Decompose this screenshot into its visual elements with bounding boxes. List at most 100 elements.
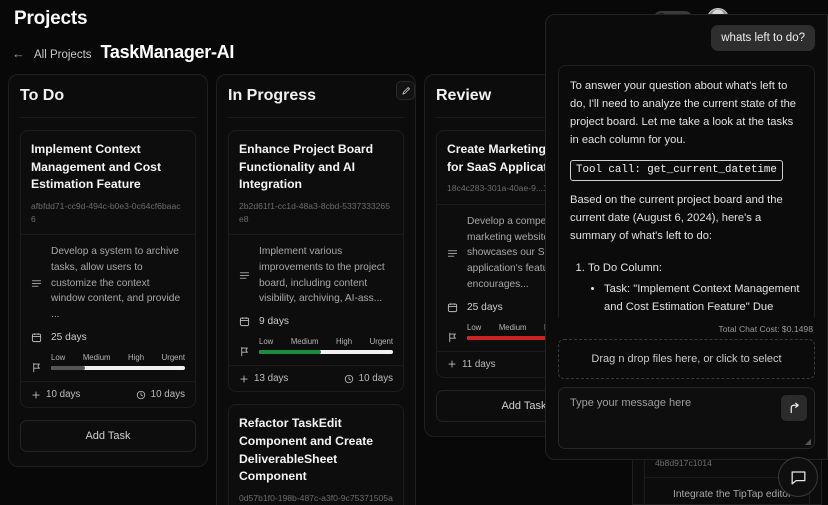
priority-labels: Low Medium High Urgent	[259, 337, 393, 346]
task-title: Enhance Project Board Functionality and …	[239, 141, 393, 194]
plus-icon	[239, 374, 249, 384]
task-card-header: Refactor TaskEdit Component and Create D…	[229, 405, 403, 505]
message-input-placeholder[interactable]: Type your message here	[570, 397, 803, 409]
calendar-icon	[31, 332, 42, 343]
priority-track[interactable]	[259, 350, 393, 354]
column-title-todo: To Do	[20, 87, 196, 105]
breadcrumb-all-projects-link[interactable]: All Projects	[34, 49, 92, 63]
priority-label-high: High	[336, 337, 352, 346]
chat-bubble-icon	[789, 468, 808, 487]
assistant-paragraph-1: To answer your question about what's lef…	[570, 77, 803, 150]
description-lines-icon	[239, 270, 250, 281]
back-arrow-icon[interactable]: ←	[12, 47, 25, 63]
board-title: TaskManager-AI	[101, 42, 235, 63]
priority-label-medium: Medium	[499, 323, 527, 332]
task-card[interactable]: Refactor TaskEdit Component and Create D…	[228, 404, 404, 505]
due-days-label: 25 days	[51, 332, 87, 343]
chat-messages-scroll[interactable]: whats left to do? To answer your questio…	[558, 25, 815, 318]
due-date-row: 25 days	[31, 332, 185, 343]
task-uuid: 0d57b1f0-198b-487c-a3f0-9c75371505a3	[239, 492, 393, 505]
task-description: Develop a system to archive tasks, allow…	[51, 244, 185, 323]
task-card-body: Implement various improvements to the pr…	[229, 235, 403, 365]
calendar-icon	[447, 302, 458, 313]
priority-label-low: Low	[259, 337, 273, 346]
created-days-label: 13 days	[254, 373, 288, 384]
flag-icon	[447, 332, 458, 343]
due-date-row: 9 days	[239, 316, 393, 327]
divider	[228, 117, 404, 118]
description-lines-icon	[447, 248, 458, 259]
resize-grip-icon[interactable]: ◢	[805, 437, 811, 446]
clock-icon	[344, 374, 354, 384]
updated-days-label: 10 days	[151, 389, 185, 400]
message-composer[interactable]: Type your message here ◢	[558, 387, 815, 449]
total-chat-cost-label: Total Chat Cost: $0.1498	[558, 318, 815, 339]
edit-column-button[interactable]	[396, 81, 415, 100]
due-days-label: 25 days	[467, 302, 503, 313]
due-days-label: 9 days	[259, 316, 289, 327]
list-item-label: To Do Column:	[588, 262, 662, 274]
project-board: To Do Implement Context Management and C…	[8, 74, 624, 505]
task-description-row: Develop a system to archive tasks, allow…	[31, 244, 185, 323]
chat-panel: whats left to do? To answer your questio…	[545, 14, 828, 460]
assistant-paragraph-2: Based on the current project board and t…	[570, 191, 803, 245]
pencil-icon	[401, 86, 411, 96]
priority-fill	[259, 350, 321, 354]
priority-label-urgent: Urgent	[162, 353, 185, 362]
priority-label-urgent: Urgent	[370, 337, 393, 346]
add-task-button-todo[interactable]: Add Task	[20, 420, 196, 452]
task-card-footer: 13 days 10 days	[229, 365, 403, 391]
breadcrumb: ← All Projects TaskManager-AI	[12, 42, 234, 63]
updated-days: 10 days	[136, 389, 185, 400]
priority-slider[interactable]: Low Medium High Urgent	[51, 353, 185, 370]
tool-call-badge: Tool call: get_current_datetime	[570, 160, 783, 181]
task-card-header: Implement Context Management and Cost Es…	[21, 131, 195, 234]
task-uuid: 2b2d61f1-cc1d-48a3-8cbd-5337333265e8	[239, 200, 393, 225]
priority-row: Low Medium High Urgent	[31, 353, 185, 373]
task-card-footer: 10 days 10 days	[21, 381, 195, 407]
priority-slider[interactable]: Low Medium High Urgent	[259, 337, 393, 354]
user-message-row: whats left to do?	[558, 25, 815, 51]
send-message-button[interactable]	[781, 395, 807, 421]
app-root: Projects Joe Taylor ⌄ ← All Projects Tas…	[0, 0, 828, 505]
calendar-icon	[239, 316, 250, 327]
flag-icon	[31, 362, 42, 373]
created-days: 10 days	[31, 389, 80, 400]
task-title: Implement Context Management and Cost Es…	[31, 141, 185, 194]
list-item: To Do Column: Task: "Implement Context M…	[588, 259, 803, 318]
list-item: Task: "Implement Context Management and …	[604, 280, 803, 318]
plus-icon	[31, 390, 41, 400]
column-title-in-progress: In Progress	[228, 87, 404, 105]
priority-label-low: Low	[51, 353, 65, 362]
chat-toggle-fab[interactable]	[778, 457, 818, 497]
task-title: Refactor TaskEdit Component and Create D…	[239, 415, 393, 486]
task-description: Integrate the TipTap editor into the	[655, 487, 799, 505]
updated-days-label: 10 days	[359, 373, 393, 384]
assistant-ordered-list: To Do Column: Task: "Implement Context M…	[588, 259, 803, 318]
plus-icon	[447, 359, 457, 369]
priority-row: Low Medium High Urgent	[239, 337, 393, 357]
task-card[interactable]: Implement Context Management and Cost Es…	[20, 130, 196, 408]
divider	[20, 117, 196, 118]
created-days: 13 days	[239, 373, 288, 384]
assistant-message-bubble: To answer your question about what's lef…	[558, 65, 815, 318]
task-description-row: Implement various improvements to the pr…	[239, 244, 393, 307]
priority-track[interactable]	[51, 366, 185, 370]
updated-days: 10 days	[344, 373, 393, 384]
priority-fill	[51, 366, 85, 370]
page-title: Projects	[14, 8, 87, 30]
priority-label-low: Low	[467, 323, 481, 332]
created-days-label: 11 days	[462, 359, 496, 370]
priority-label-high: High	[128, 353, 144, 362]
board-column-todo: To Do Implement Context Management and C…	[8, 74, 208, 467]
board-column-in-progress: In Progress Enhance Project Board Functi…	[216, 74, 416, 505]
file-dropzone[interactable]: Drag n drop files here, or click to sele…	[558, 339, 815, 379]
flag-icon	[239, 346, 250, 357]
priority-labels: Low Medium High Urgent	[51, 353, 185, 362]
send-arrow-icon	[788, 402, 801, 415]
clock-icon	[136, 390, 146, 400]
user-message-bubble: whats left to do?	[711, 25, 815, 51]
task-card[interactable]: Enhance Project Board Functionality and …	[228, 130, 404, 392]
created-days: 11 days	[447, 359, 496, 370]
assistant-bullet-list: Task: "Implement Context Management and …	[604, 280, 803, 318]
